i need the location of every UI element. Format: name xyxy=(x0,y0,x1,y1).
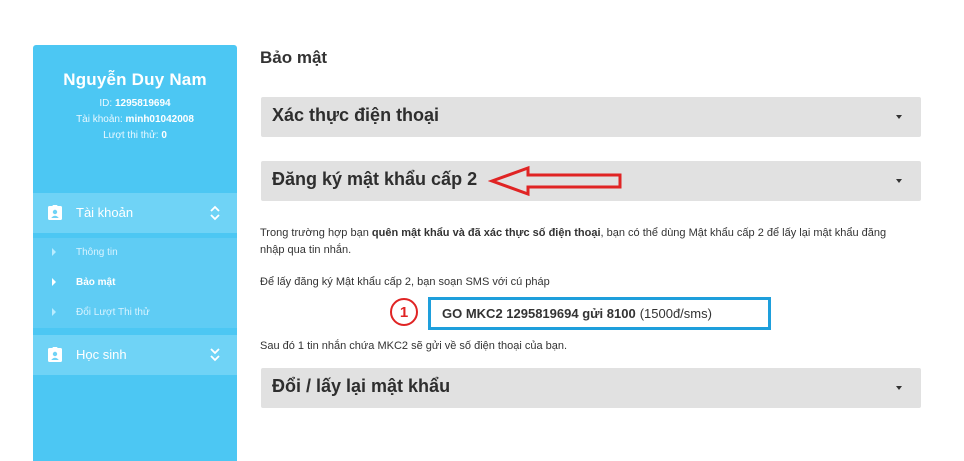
chevron-down-icon xyxy=(210,348,220,362)
sms-code: GO MKC2 1295819694 gửi 8100 xyxy=(442,306,636,321)
caret-down-icon xyxy=(896,115,902,119)
sms-price: (1500đ/sms) xyxy=(639,306,712,321)
annotation-badge: 1 xyxy=(390,298,418,326)
sidebar-item-security-label: Bảo mật xyxy=(76,277,116,288)
sidebar-group-account-label: Tài khoản xyxy=(76,205,134,220)
intro-text-bold: quên mật khẩu và đã xác thực số điện tho… xyxy=(371,227,601,239)
intro-text-start: Trong trường hợp bạn xyxy=(260,227,372,239)
page-title: Bảo mật xyxy=(260,48,328,67)
sidebar-item-change-tries[interactable]: Đổi Lượt Thi thử xyxy=(33,298,237,328)
chevron-up-icon xyxy=(210,205,220,221)
sidebar-group-account[interactable]: Tài khoản xyxy=(33,193,237,233)
user-id-line: ID: 1295819694 xyxy=(33,96,237,112)
sms-instruction: Để lấy đăng ký Mật khẩu cấp 2, bạn soạn … xyxy=(260,276,550,288)
accordion-register-level2-password-title: Đăng ký mật khẩu cấp 2 xyxy=(272,169,478,189)
user-name: Nguyễn Duy Nam xyxy=(63,70,207,89)
intro-paragraph: Trong trường hợp bạn quên mật khẩu và đã… xyxy=(260,225,910,259)
id-card-icon xyxy=(48,205,62,220)
accordion-change-password[interactable]: Đổi / lấy lại mật khẩu xyxy=(261,368,921,408)
sidebar-item-info-label: Thông tin xyxy=(76,247,118,258)
sidebar-group-student-label: Học sinh xyxy=(76,347,127,362)
sidebar-item-info[interactable]: Thông tin xyxy=(33,238,237,268)
sidebar-group-student[interactable]: Học sinh xyxy=(33,335,237,375)
after-sms-note: Sau đó 1 tin nhắn chứa MKC2 sẽ gửi về số… xyxy=(260,340,568,352)
caret-down-icon xyxy=(896,386,902,390)
user-id-value: 1295819694 xyxy=(114,98,171,109)
accordion-change-password-title: Đổi / lấy lại mật khẩu xyxy=(272,376,451,396)
id-card-icon xyxy=(48,347,62,362)
user-tries-line: Lượt thi thử: 0 xyxy=(33,128,237,144)
caret-right-icon xyxy=(52,278,56,286)
sidebar-submenu-account: Thông tin Bảo mật Đổi Lượt Thi thử xyxy=(33,238,237,328)
caret-right-icon xyxy=(52,248,56,256)
annotation-arrow-icon xyxy=(488,165,622,197)
sidebar: Nguyễn Duy Nam ID: 1295819694 Tài khoản:… xyxy=(33,45,237,461)
accordion-phone-verification[interactable]: Xác thực điện thoại xyxy=(261,97,921,137)
user-id-label: ID: xyxy=(99,98,113,109)
user-tries-label: Lượt thi thử: xyxy=(103,130,159,141)
sms-syntax-box: GO MKC2 1295819694 gửi 8100 (1500đ/sms) xyxy=(428,297,771,330)
accordion-phone-verification-title: Xác thực điện thoại xyxy=(272,105,440,125)
user-account-value: minh01042008 xyxy=(125,114,194,125)
profile-card: Nguyễn Duy Nam ID: 1295819694 Tài khoản:… xyxy=(33,45,237,144)
sidebar-item-change-tries-label: Đổi Lượt Thi thử xyxy=(76,307,150,318)
user-account-label: Tài khoản: xyxy=(76,114,123,125)
sidebar-item-security[interactable]: Bảo mật xyxy=(33,268,237,298)
caret-down-icon xyxy=(896,179,902,183)
user-tries-value: 0 xyxy=(161,130,167,141)
user-account-line: Tài khoản: minh01042008 xyxy=(33,112,237,128)
caret-right-icon xyxy=(52,308,56,316)
